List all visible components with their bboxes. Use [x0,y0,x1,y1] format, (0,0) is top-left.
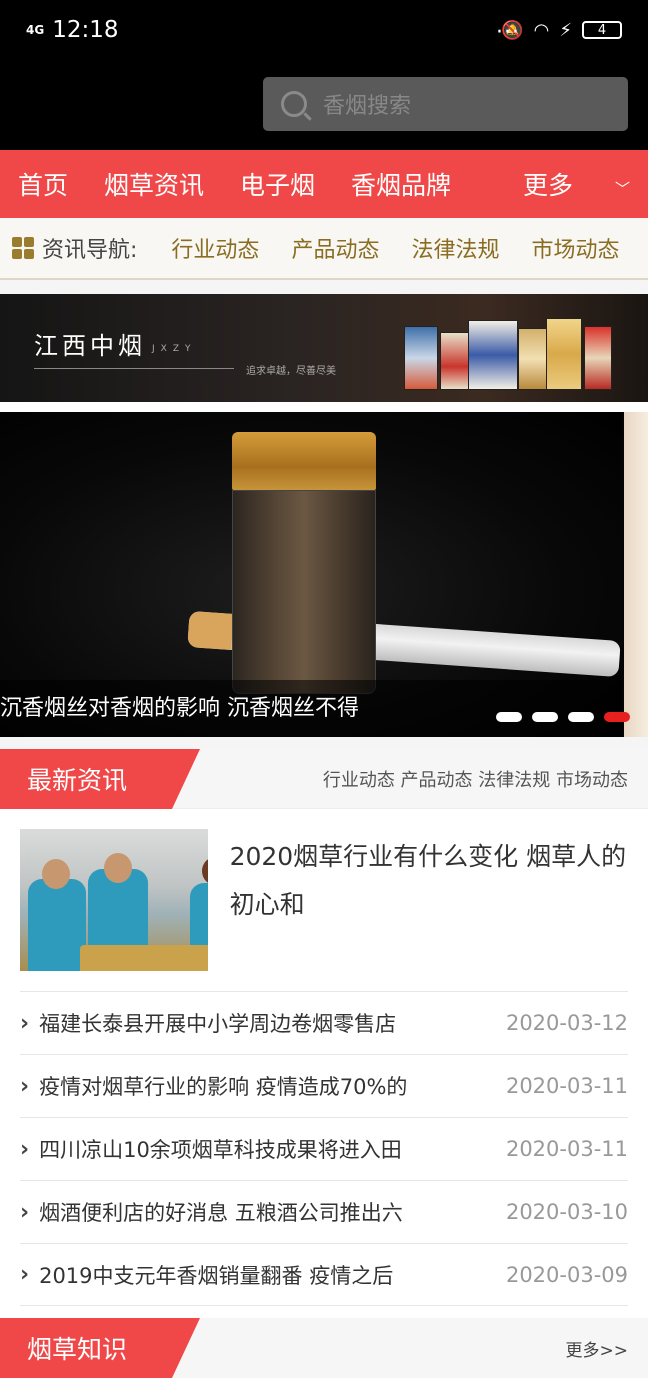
news-title: 2019中支元年香烟销量翻番 疫情之后 [39,1263,394,1288]
news-date: 2020-03-10 [505,1200,628,1224]
sub-nav-item-market[interactable]: 市场动态 [531,232,619,264]
signal-icon: 4G [26,23,45,37]
carousel-dot[interactable] [496,712,522,722]
nav-item-cigarette-brands[interactable]: 香烟品牌 [351,166,451,202]
list-item[interactable]: › 2019中支元年香烟销量翻番 疫情之后 2020-03-09 [20,1243,628,1306]
cigarette-pack-image [546,318,582,390]
chevron-right-icon: › [20,1073,30,1099]
carousel-caption: 沉香烟丝对香烟的影响 沉香烟丝不得 [0,680,622,737]
ad-banner[interactable]: 江西中烟 JXZY 追求卓越，尽善尽美 [0,294,648,402]
chevron-right-icon: › [20,1010,30,1036]
image-carousel[interactable]: 沉香烟丝对香烟的影响 沉香烟丝不得 [0,412,648,737]
carousel-dot-active[interactable] [604,712,630,722]
battery-icon: 4 [582,21,622,39]
nav-item-e-cigarette[interactable]: 电子烟 [240,166,315,202]
carousel-dot[interactable] [568,712,594,722]
news-date: 2020-03-11 [505,1074,628,1098]
news-title: 四川凉山10余项烟草科技成果将进入田 [39,1138,402,1162]
featured-article[interactable]: 2020烟草行业有什么变化 烟草人的初心和 [0,809,648,991]
more-link[interactable]: 更多>> [566,1336,629,1361]
featured-article-image [20,829,208,971]
banner-subtitle: JXZY [152,344,197,354]
more-notifications-icon: ··· [496,20,520,45]
status-bar: 4G 12:18 ··· 🔕 ◠ ⚡ 4 [0,0,648,60]
spacer [0,737,648,749]
sub-nav-label: 资讯导航: [42,238,138,263]
nav-more-button[interactable]: 更多 ﹀ [523,166,630,202]
news-list: › 福建长泰县开展中小学周边卷烟零售店 2020-03-12 › 疫情对烟草行业的影响… [20,991,628,1306]
list-item[interactable]: › 疫情对烟草行业的影响 疫情造成70%的 2020-03-11 [20,1054,628,1117]
clock: 12:18 [52,17,119,43]
cigarette-pack-image [584,326,612,390]
main-nav: 首页 烟草资讯 电子烟 香烟品牌 更多 ﹀ [0,150,648,218]
chevron-right-icon: › [20,1199,30,1225]
sub-nav-item-law[interactable]: 法律法规 [411,232,499,264]
list-item[interactable]: › 四川凉山10余项烟草科技成果将进入田 2020-03-11 [20,1117,628,1180]
cigarette-pack-image [404,326,438,390]
nav-item-tobacco-news[interactable]: 烟草资讯 [104,166,204,202]
carousel-indicators [496,712,630,722]
tobacco-knowledge-header: 烟草知识 更多>> [0,1318,648,1378]
news-title: 福建长泰县开展中小学周边卷烟零售店 [39,1012,397,1036]
banner-slogan: 追求卓越，尽善尽美 [246,366,336,377]
featured-article-title: 2020烟草行业有什么变化 烟草人的初心和 [229,842,627,919]
grid-icon [12,237,34,259]
search-icon [281,91,307,117]
jar-image [232,432,376,694]
nav-more-label: 更多 [522,171,573,200]
nav-item-home[interactable]: 首页 [18,166,68,202]
news-title: 烟酒便利店的好消息 五粮酒公司推出六 [39,1201,403,1225]
banner-title: 江西中烟 [34,332,146,360]
news-date: 2020-03-09 [505,1262,628,1287]
cigarette-pack-image [468,320,518,390]
spacer [0,402,648,412]
chevron-right-icon: › [20,1262,30,1287]
section-category-links[interactable]: 行业动态 产品动态 法律法规 市场动态 [323,766,628,792]
sub-nav-item-industry[interactable]: 行业动态 [171,232,259,264]
list-item[interactable]: › 福建长泰县开展中小学周边卷烟零售店 2020-03-12 [20,991,628,1054]
news-date: 2020-03-11 [505,1137,628,1161]
sub-nav-item-product[interactable]: 产品动态 [291,232,379,264]
search-placeholder: 香烟搜索 [323,94,412,119]
charging-icon: ⚡ [559,19,572,41]
search-input[interactable]: 香烟搜索 [263,77,628,131]
list-item[interactable]: › 烟酒便利店的好消息 五粮酒公司推出六 2020-03-10 [20,1180,628,1243]
section-title: 烟草知识 [0,1318,200,1378]
wifi-icon: ◠ [533,19,550,41]
top-bar: 香烟搜索 [0,60,648,150]
chevron-right-icon: › [20,1136,30,1162]
section-title: 最新资讯 [0,749,200,809]
next-slide-preview [624,412,648,737]
chevron-down-icon: ﹀ [614,180,630,198]
spacer [0,280,648,294]
carousel-dot[interactable] [532,712,558,722]
sub-nav: 资讯导航: 行业动态 产品动态 法律法规 市场动态 [0,218,648,280]
latest-news-header: 最新资讯 行业动态 产品动态 法律法规 市场动态 [0,749,648,809]
news-title: 疫情对烟草行业的影响 疫情造成70%的 [39,1075,408,1099]
banner-divider [34,368,234,369]
news-date: 2020-03-12 [505,1011,628,1035]
